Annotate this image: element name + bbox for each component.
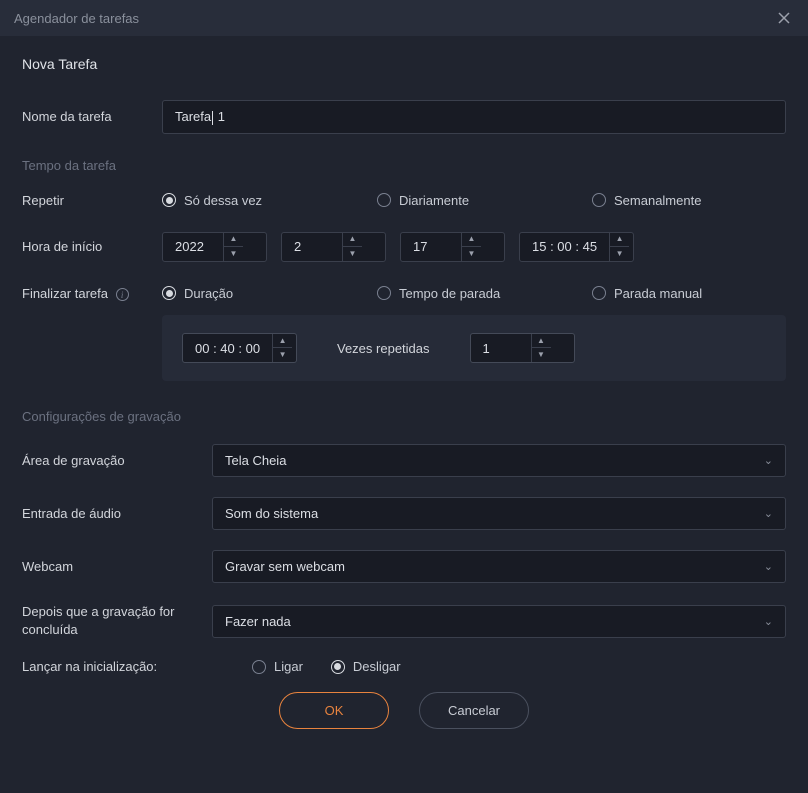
- task-scheduler-dialog: Agendador de tarefas Nova Tarefa Nome da…: [0, 0, 808, 793]
- spinner-up-icon[interactable]: ▲: [532, 334, 551, 348]
- radio-icon: [252, 660, 266, 674]
- audio-select[interactable]: Som do sistema ⌄: [212, 497, 786, 530]
- radio-icon: [592, 286, 606, 300]
- radio-icon: [592, 193, 606, 207]
- spinner-down-icon[interactable]: ▼: [462, 247, 481, 261]
- cancel-button[interactable]: Cancelar: [419, 692, 529, 729]
- launch-off-radio[interactable]: Desligar: [331, 659, 401, 674]
- after-label: Depois que a gravação for concluída: [22, 603, 212, 639]
- launch-on-radio[interactable]: Ligar: [252, 659, 303, 674]
- info-icon[interactable]: i: [116, 288, 129, 301]
- repeat-count-spinner[interactable]: 1 ▲ ▼: [470, 333, 575, 363]
- time-spinner[interactable]: 15 : 00 : 45 ▲ ▼: [519, 232, 634, 262]
- dialog-heading: Nova Tarefa: [22, 56, 786, 72]
- section-task-time: Tempo da tarefa: [22, 158, 786, 173]
- spinner-down-icon[interactable]: ▼: [224, 247, 243, 261]
- webcam-label: Webcam: [22, 559, 212, 574]
- ok-button[interactable]: OK: [279, 692, 389, 729]
- text-cursor: [212, 111, 213, 125]
- radio-icon: [162, 193, 176, 207]
- end-task-label: Finalizar tarefa i: [22, 286, 162, 302]
- after-select[interactable]: Fazer nada ⌄: [212, 605, 786, 638]
- repeat-label: Repetir: [22, 193, 162, 208]
- spinner-up-icon[interactable]: ▲: [273, 334, 292, 348]
- rec-area-select[interactable]: Tela Cheia ⌄: [212, 444, 786, 477]
- duration-panel: 00 : 40 : 00 ▲ ▼ Vezes repetidas 1 ▲ ▼: [162, 315, 786, 381]
- spinner-down-icon[interactable]: ▼: [610, 247, 629, 261]
- month-spinner[interactable]: 2 ▲ ▼: [281, 232, 386, 262]
- section-recording: Configurações de gravação: [22, 409, 786, 424]
- spinner-up-icon[interactable]: ▲: [610, 233, 629, 247]
- duration-spinner[interactable]: 00 : 40 : 00 ▲ ▼: [182, 333, 297, 363]
- repeat-weekly-radio[interactable]: Semanalmente: [592, 193, 786, 208]
- close-icon[interactable]: [774, 8, 794, 28]
- year-spinner[interactable]: 2022 ▲ ▼: [162, 232, 267, 262]
- end-stoptime-radio[interactable]: Tempo de parada: [377, 286, 592, 301]
- launch-label: Lançar na inicialização:: [22, 659, 212, 674]
- radio-icon: [162, 286, 176, 300]
- chevron-down-icon: ⌄: [764, 507, 773, 520]
- end-manual-radio[interactable]: Parada manual: [592, 286, 786, 301]
- titlebar: Agendador de tarefas: [0, 0, 808, 36]
- task-name-label: Nome da tarefa: [22, 109, 162, 124]
- webcam-select[interactable]: Gravar sem webcam ⌄: [212, 550, 786, 583]
- chevron-down-icon: ⌄: [764, 454, 773, 467]
- day-spinner[interactable]: 17 ▲ ▼: [400, 232, 505, 262]
- rec-area-label: Área de gravação: [22, 453, 212, 468]
- radio-icon: [377, 286, 391, 300]
- start-time-label: Hora de início: [22, 239, 162, 254]
- spinner-up-icon[interactable]: ▲: [224, 233, 243, 247]
- task-name-input[interactable]: Tarefa 1: [162, 100, 786, 134]
- chevron-down-icon: ⌄: [764, 560, 773, 573]
- spinner-up-icon[interactable]: ▲: [462, 233, 481, 247]
- spinner-down-icon[interactable]: ▼: [273, 348, 292, 362]
- spinner-up-icon[interactable]: ▲: [343, 233, 362, 247]
- audio-label: Entrada de áudio: [22, 506, 212, 521]
- repeat-count-label: Vezes repetidas: [337, 341, 430, 356]
- repeat-daily-radio[interactable]: Diariamente: [377, 193, 592, 208]
- chevron-down-icon: ⌄: [764, 615, 773, 628]
- radio-icon: [377, 193, 391, 207]
- spinner-down-icon[interactable]: ▼: [532, 348, 551, 362]
- window-title: Agendador de tarefas: [14, 11, 139, 26]
- end-duration-radio[interactable]: Duração: [162, 286, 377, 301]
- spinner-down-icon[interactable]: ▼: [343, 247, 362, 261]
- repeat-once-radio[interactable]: Só dessa vez: [162, 193, 377, 208]
- radio-icon: [331, 660, 345, 674]
